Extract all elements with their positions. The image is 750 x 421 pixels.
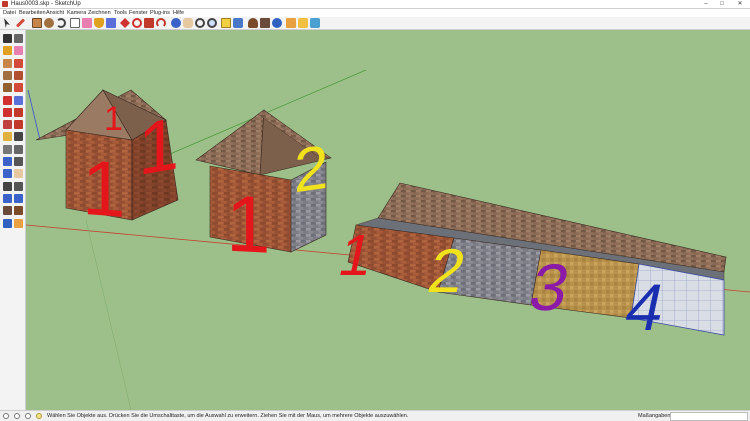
menu-tools[interactable]: Tools bbox=[114, 9, 127, 17]
blue-axis bbox=[27, 89, 41, 141]
select-icon[interactable] bbox=[3, 34, 12, 43]
circle-icon[interactable] bbox=[44, 18, 54, 28]
house-1-label-front: 1 bbox=[82, 143, 125, 234]
follow-me-icon[interactable] bbox=[14, 107, 23, 117]
extension-icon[interactable] bbox=[233, 18, 243, 28]
status-hint: Wählen Sie Objekte aus. Drücken Sie die … bbox=[47, 413, 409, 419]
close-button[interactable]: ✕ bbox=[731, 0, 749, 9]
window-title: Haus0003.skp - SketchUp bbox=[11, 1, 81, 7]
walk-icon[interactable] bbox=[14, 206, 23, 216]
menu-fenster[interactable]: Fenster bbox=[129, 9, 148, 17]
move-icon[interactable] bbox=[3, 95, 12, 105]
position-camera-icon[interactable] bbox=[3, 206, 12, 216]
menu-hilfe[interactable]: Hilfe bbox=[173, 9, 184, 17]
help-icon[interactable] bbox=[36, 413, 42, 419]
dimension-icon[interactable] bbox=[14, 132, 23, 142]
user-icon[interactable] bbox=[25, 413, 31, 419]
tool-palette bbox=[0, 30, 26, 410]
orbit-icon[interactable] bbox=[3, 169, 12, 179]
text-icon[interactable] bbox=[14, 144, 23, 154]
model-viewport[interactable]: 1 1 1 1 2 1 2 3 4 bbox=[26, 30, 750, 410]
house-2-roof-front bbox=[195, 109, 265, 176]
menu-plugins[interactable]: Plug-ins bbox=[150, 9, 170, 17]
measurements-input[interactable] bbox=[670, 412, 748, 421]
tape-measure-icon[interactable] bbox=[3, 132, 12, 142]
rectangle-icon[interactable] bbox=[32, 18, 42, 28]
rectangle-icon[interactable] bbox=[3, 58, 12, 68]
rotate-icon[interactable] bbox=[132, 18, 142, 28]
share-model-icon[interactable] bbox=[310, 18, 320, 28]
zoom-icon[interactable] bbox=[195, 18, 205, 28]
freehand-icon[interactable] bbox=[14, 83, 23, 93]
flat-roof-panel[interactable]: 1 2 3 4 bbox=[333, 182, 727, 345]
push-pull-icon[interactable] bbox=[106, 18, 116, 28]
eraser-icon[interactable] bbox=[82, 18, 92, 28]
paint-bucket-icon[interactable] bbox=[3, 46, 12, 56]
previous-view-icon[interactable] bbox=[3, 193, 12, 203]
menu-zeichnen[interactable]: Zeichnen bbox=[88, 9, 111, 17]
house-2-label-side: 2 bbox=[294, 133, 328, 207]
measurements-label: Maßangaben bbox=[638, 413, 671, 419]
select-icon[interactable] bbox=[4, 18, 10, 28]
paint-bucket-icon[interactable] bbox=[94, 18, 104, 28]
make-component-icon[interactable] bbox=[14, 34, 23, 43]
polygon-icon[interactable] bbox=[3, 83, 12, 93]
sketchup-logo-icon bbox=[2, 1, 8, 7]
credits-icon[interactable] bbox=[14, 413, 20, 419]
offset-icon[interactable] bbox=[144, 18, 154, 28]
push-pull-icon[interactable] bbox=[14, 95, 23, 105]
offset-icon[interactable] bbox=[14, 120, 23, 130]
axes-icon[interactable] bbox=[3, 157, 12, 166]
geo-location-icon[interactable] bbox=[3, 413, 9, 419]
follow-me-icon[interactable] bbox=[156, 18, 166, 28]
zoom-extents-icon[interactable] bbox=[14, 193, 23, 203]
scale-icon[interactable] bbox=[3, 120, 12, 130]
zoom-icon[interactable] bbox=[3, 181, 12, 191]
zoom-extents-icon[interactable] bbox=[207, 18, 217, 28]
line-icon[interactable] bbox=[14, 58, 23, 68]
title-bar: Haus0003.skp - SketchUp – □ ✕ bbox=[0, 0, 750, 9]
rotate-icon[interactable] bbox=[3, 107, 12, 117]
arc-icon[interactable] bbox=[56, 18, 66, 28]
menu-datei[interactable]: Datei bbox=[3, 9, 16, 17]
look-around-icon[interactable] bbox=[272, 18, 282, 28]
pencil-icon[interactable] bbox=[15, 18, 26, 28]
menu-bearbeiten[interactable]: Bearbeiten bbox=[19, 9, 46, 17]
maximize-button[interactable]: □ bbox=[713, 0, 731, 9]
arc-icon[interactable] bbox=[14, 70, 23, 80]
panel-label-1: 1 bbox=[333, 224, 379, 288]
warehouse-icon[interactable] bbox=[221, 18, 231, 28]
pan-icon[interactable] bbox=[14, 169, 23, 179]
pan-icon[interactable] bbox=[183, 18, 193, 28]
add-location-icon[interactable] bbox=[298, 18, 308, 28]
house-1[interactable]: 1 1 1 bbox=[35, 89, 179, 234]
house-1-label-side: 1 bbox=[138, 101, 179, 192]
scene-canvas[interactable]: 1 1 1 1 2 1 2 3 4 bbox=[26, 30, 750, 410]
3d-text-icon[interactable] bbox=[14, 157, 23, 166]
menu-bar: Datei Bearbeiten Ansicht Kamera Zeichnen… bbox=[0, 9, 750, 17]
protractor-icon[interactable] bbox=[3, 144, 12, 154]
move-icon[interactable] bbox=[120, 18, 130, 28]
orbit-icon[interactable] bbox=[171, 18, 181, 28]
status-bar: Wählen Sie Objekte aus. Drücken Sie die … bbox=[0, 410, 750, 421]
section-plane-icon[interactable] bbox=[14, 218, 23, 228]
walk-icon[interactable] bbox=[248, 18, 258, 28]
menu-kamera[interactable]: Kamera bbox=[67, 9, 86, 17]
main-toolbar bbox=[0, 17, 750, 30]
position-camera-icon[interactable] bbox=[260, 18, 270, 28]
circle-icon[interactable] bbox=[3, 70, 12, 80]
make-component-icon[interactable] bbox=[70, 18, 80, 28]
house-1-label-roof: 1 bbox=[104, 100, 123, 138]
green-axis-dashed bbox=[85, 219, 132, 410]
menu-ansicht[interactable]: Ansicht bbox=[46, 9, 64, 17]
look-around-icon[interactable] bbox=[3, 218, 12, 228]
section-icon[interactable] bbox=[286, 18, 296, 28]
eraser-icon[interactable] bbox=[14, 46, 23, 56]
house-2-label-front: 1 bbox=[226, 179, 271, 270]
zoom-window-icon[interactable] bbox=[14, 181, 23, 191]
